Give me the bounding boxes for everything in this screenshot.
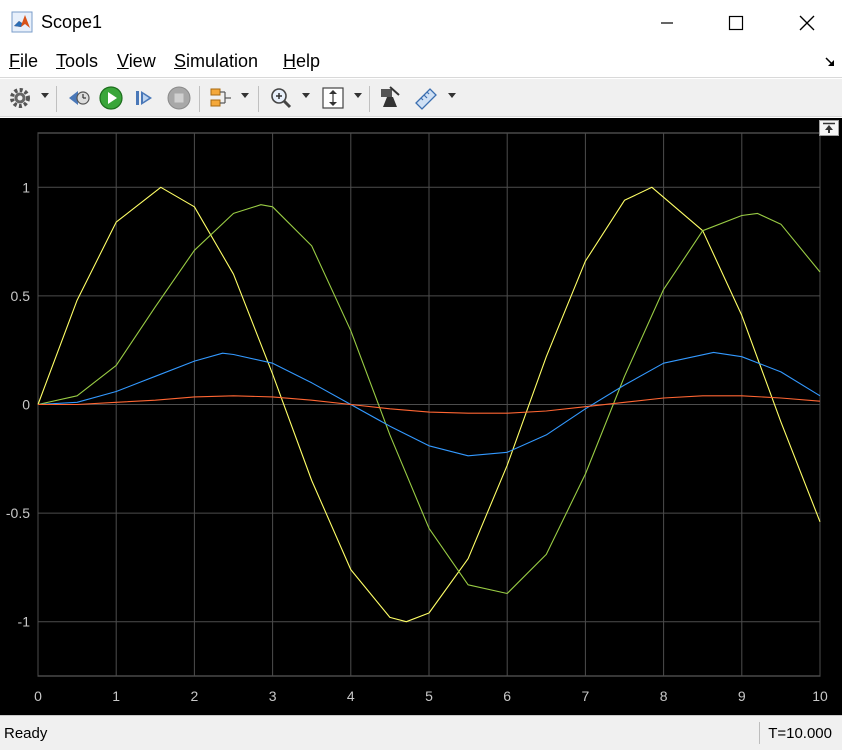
undock-icon xyxy=(823,122,835,133)
step-forward-icon xyxy=(136,91,152,105)
undock-button[interactable] xyxy=(819,120,839,136)
y-tick-label: -1 xyxy=(18,614,31,630)
x-tick-label: 2 xyxy=(191,688,199,704)
measurements-icon xyxy=(415,88,437,110)
status-text: Ready xyxy=(4,725,48,742)
x-tick-label: 7 xyxy=(582,688,590,704)
status-separator xyxy=(759,722,760,744)
settings-icon xyxy=(10,88,30,108)
highlight-block-button[interactable] xyxy=(377,85,403,111)
dock-arrow-icon[interactable] xyxy=(824,56,836,68)
measurements-dropdown-icon[interactable] xyxy=(448,93,456,98)
minimize-button[interactable] xyxy=(644,8,690,38)
x-tick-label: 8 xyxy=(660,688,668,704)
status-bar: Ready T=10.000 xyxy=(0,715,842,750)
signal-selector-dropdown-icon[interactable] xyxy=(241,93,249,98)
minimize-icon xyxy=(661,22,673,24)
x-tick-label: 1 xyxy=(112,688,120,704)
y-tick-label: -0.5 xyxy=(6,505,30,521)
menu-view[interactable]: View xyxy=(117,51,156,72)
menu-file[interactable]: File xyxy=(9,51,38,72)
highlight-simulink-block-icon xyxy=(381,86,400,107)
scale-axes-dropdown-icon[interactable] xyxy=(354,93,362,98)
toolbar-separator xyxy=(369,86,370,112)
maximize-icon xyxy=(728,15,744,31)
x-tick-label: 4 xyxy=(347,688,355,704)
toolbar-separator xyxy=(258,86,259,112)
x-tick-label: 10 xyxy=(812,688,828,704)
menu-help[interactable]: Help xyxy=(283,51,320,72)
zoom-icon xyxy=(271,88,292,109)
measurements-button[interactable] xyxy=(412,85,440,111)
y-tick-label: 1 xyxy=(22,179,30,195)
run-button[interactable] xyxy=(98,85,124,111)
step-back-icon xyxy=(69,91,90,105)
toolbar-separator xyxy=(199,86,200,112)
simulation-time: T=10.000 xyxy=(768,725,832,742)
zoom-dropdown-icon[interactable] xyxy=(302,93,310,98)
close-button[interactable] xyxy=(784,8,830,38)
x-tick-label: 9 xyxy=(738,688,746,704)
maximize-button[interactable] xyxy=(713,8,759,38)
signal-selector-button[interactable] xyxy=(208,85,234,111)
x-tick-label: 3 xyxy=(269,688,277,704)
y-tick-label: 0 xyxy=(22,397,30,413)
toolbar xyxy=(0,79,842,117)
run-icon xyxy=(99,86,123,110)
x-tick-label: 5 xyxy=(425,688,433,704)
step-back-button[interactable] xyxy=(66,85,92,111)
menu-tools[interactable]: Tools xyxy=(56,51,98,72)
y-tick-label: 0.5 xyxy=(11,288,31,304)
settings-dropdown-icon[interactable] xyxy=(41,93,49,98)
toolbar-separator xyxy=(56,86,57,112)
scope-plot[interactable]: 0 1 2 3 4 5 6 7 8 9 10 1 0.5 0 -0.5 -1 xyxy=(0,118,842,715)
title-bar: Scope1 xyxy=(0,0,842,46)
menu-simulation[interactable]: Simulation xyxy=(174,51,258,72)
x-tick-label: 6 xyxy=(503,688,511,704)
scale-axes-button[interactable] xyxy=(320,85,346,111)
stop-button[interactable] xyxy=(166,85,192,111)
scale-axes-icon xyxy=(322,87,344,109)
menu-bar: File Tools View Simulation Help xyxy=(0,46,842,78)
matlab-logo-icon xyxy=(11,11,33,33)
stop-icon xyxy=(167,86,191,110)
close-icon xyxy=(799,15,815,31)
step-forward-button[interactable] xyxy=(132,85,156,111)
signal-selector-icon xyxy=(210,88,231,107)
settings-button[interactable] xyxy=(8,85,32,111)
x-tick-label: 0 xyxy=(34,688,42,704)
window-title: Scope1 xyxy=(41,12,103,32)
zoom-button[interactable] xyxy=(269,85,295,111)
scope-display: 0 1 2 3 4 5 6 7 8 9 10 1 0.5 0 -0.5 -1 xyxy=(0,118,842,715)
